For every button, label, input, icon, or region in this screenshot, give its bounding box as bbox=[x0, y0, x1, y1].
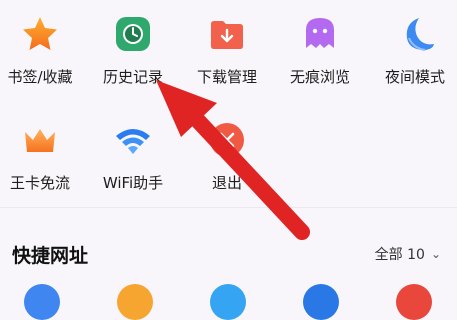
clock-icon bbox=[111, 12, 155, 56]
ghost-icon bbox=[298, 12, 342, 56]
moon-icon bbox=[393, 12, 437, 56]
menu-item-downloads[interactable]: 下载管理 bbox=[181, 0, 273, 90]
menu-item-incognito[interactable]: 无痕浏览 bbox=[274, 0, 366, 90]
menu-item-label: 下载管理 bbox=[196, 68, 257, 86]
crown-icon bbox=[18, 118, 62, 162]
shortcuts-more-label: 全部 10 bbox=[374, 247, 425, 263]
menu-item-label: 夜间模式 bbox=[384, 68, 445, 86]
menu-item-bookmarks[interactable]: 书签/收藏 bbox=[0, 0, 86, 90]
menu-item-label: WiFi助手 bbox=[102, 174, 164, 192]
menu-item-label: 王卡免流 bbox=[9, 174, 70, 192]
chevron-down-icon: ⌄ bbox=[430, 247, 441, 261]
shortcut-icon[interactable] bbox=[210, 284, 246, 320]
divider bbox=[0, 207, 457, 208]
menu-item-label: 历史记录 bbox=[102, 68, 163, 86]
shortcuts-more-button[interactable]: 全部 10 ⌄ bbox=[375, 244, 441, 264]
wifi-icon bbox=[111, 118, 155, 162]
menu-item-history[interactable]: 历史记录 bbox=[87, 0, 179, 90]
menu-item-wifi-assistant[interactable]: WiFi助手 bbox=[87, 106, 179, 196]
menu-item-label: 退出 bbox=[211, 174, 242, 192]
shortcuts-title: 快捷网址 bbox=[12, 245, 89, 267]
shortcut-icon[interactable] bbox=[396, 284, 432, 320]
download-folder-icon bbox=[205, 12, 249, 56]
menu-item-king-card[interactable]: 王卡免流 bbox=[0, 106, 86, 196]
shortcut-icon[interactable] bbox=[117, 284, 153, 320]
exit-icon bbox=[205, 118, 249, 162]
menu-item-night-mode[interactable]: 夜间模式 bbox=[369, 0, 457, 90]
menu-item-label: 书签/收藏 bbox=[7, 68, 73, 86]
menu-item-label: 无痕浏览 bbox=[289, 68, 350, 86]
shortcut-icon[interactable] bbox=[303, 284, 339, 320]
shortcut-icon[interactable] bbox=[24, 284, 60, 320]
star-icon bbox=[18, 12, 62, 56]
menu-item-exit[interactable]: 退出 bbox=[181, 106, 273, 196]
